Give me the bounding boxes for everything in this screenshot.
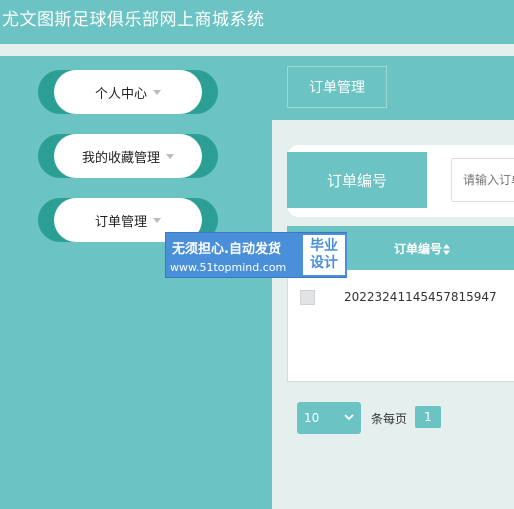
watermark-box: 毕业 设计 — [301, 233, 347, 277]
tab-bar: 订单管理 — [272, 56, 514, 120]
order-no-cell: 20223241145457815947 — [344, 290, 497, 304]
row-checkbox[interactable] — [300, 290, 315, 305]
sidebar-item-personal-center[interactable]: 个人中心 — [38, 70, 218, 114]
sidebar-item-favorites[interactable]: 我的收藏管理 — [38, 134, 218, 178]
app-title: 尤文图斯足球俱乐部网上商城系统 — [2, 10, 265, 30]
header-divider — [0, 44, 514, 56]
caret-down-icon — [153, 89, 161, 95]
content-area: 订单编号 订单编号 20223241145457815947 10 条每页 1 — [272, 120, 514, 509]
main-panel: 订单管理 订单编号 订单编号 20223241145457815947 10 条… — [272, 56, 514, 509]
watermark-box-line: 毕业 — [310, 238, 338, 254]
caret-down-icon — [166, 153, 174, 159]
watermark-url: www.51topmind.com — [170, 261, 287, 274]
page-size-select[interactable]: 10 — [297, 402, 361, 434]
search-label: 订单编号 — [287, 152, 427, 208]
sort-icon — [443, 244, 451, 255]
per-page-label: 条每页 — [371, 412, 408, 426]
caret-down-icon — [153, 217, 161, 223]
table-body: 20223241145457815947 — [287, 270, 514, 382]
sidebar-item-label: 个人中心 — [94, 86, 147, 102]
sidebar-item-label: 我的收藏管理 — [81, 150, 160, 166]
chevron-down-icon — [344, 414, 354, 421]
tab-order-management[interactable]: 订单管理 — [287, 66, 387, 108]
watermark-text: 无须担心.自动发货 — [172, 242, 281, 257]
page-size-value: 10 — [304, 411, 320, 425]
sidebar-item-label: 订单管理 — [94, 214, 147, 230]
sidebar: 个人中心 我的收藏管理 订单管理 — [0, 56, 272, 509]
watermark-badge: 无须担心.自动发货 www.51topmind.com 毕业 设计 — [165, 232, 347, 278]
order-no-search-input[interactable] — [451, 158, 514, 202]
column-header-order-no[interactable]: 订单编号 — [394, 240, 451, 257]
watermark-box-line: 设计 — [310, 255, 338, 271]
page-button-current[interactable]: 1 — [415, 406, 441, 428]
column-header-label: 订单编号 — [394, 242, 443, 256]
app-header: 尤文图斯足球俱乐部网上商城系统 — [0, 0, 514, 44]
